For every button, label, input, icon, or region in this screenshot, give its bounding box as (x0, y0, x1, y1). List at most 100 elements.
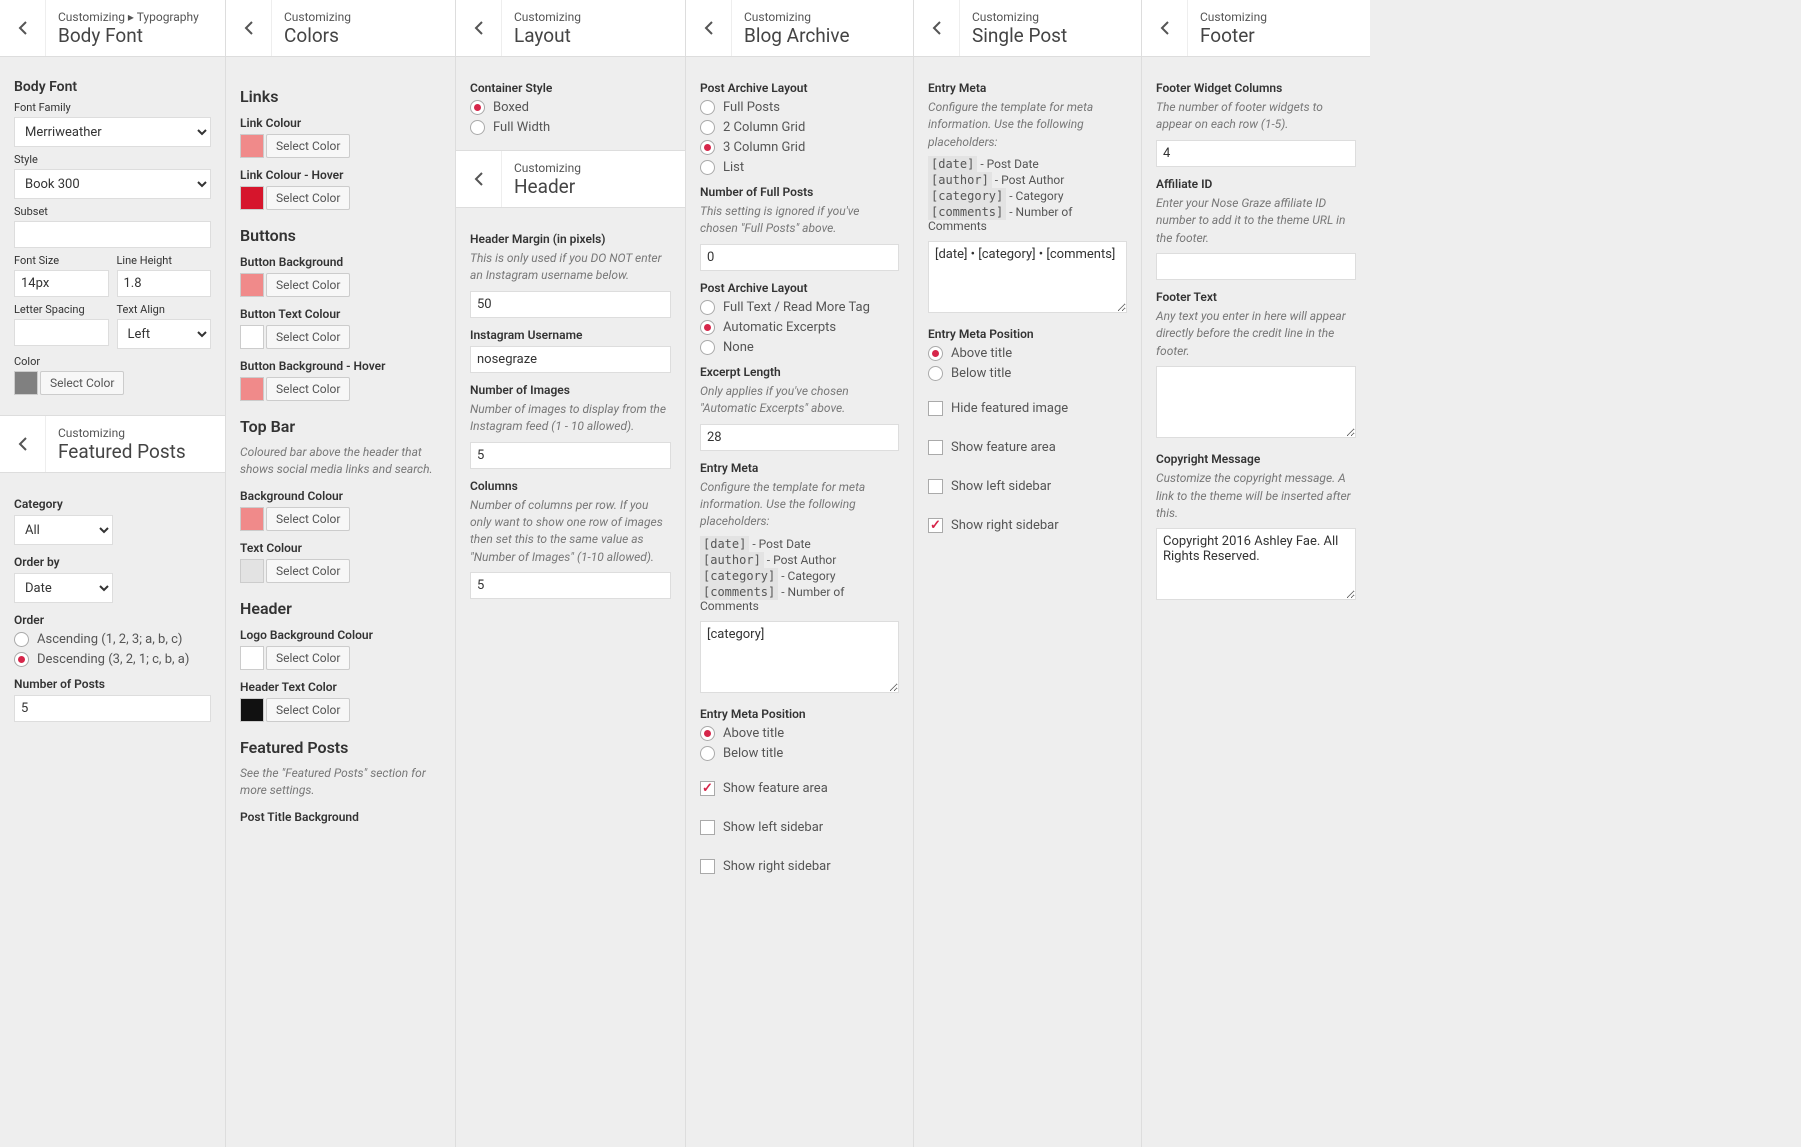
metapos-below-radio[interactable]: Below title (700, 746, 899, 761)
order-desc-radio[interactable]: Descending (3, 2, 1; c, b, a) (14, 652, 211, 667)
copyright-textarea[interactable] (1156, 528, 1356, 600)
section-heading: Body Font (14, 79, 211, 95)
num-images-input[interactable] (470, 442, 671, 469)
color-swatch (240, 559, 264, 583)
layout-2col-radio[interactable]: 2 Column Grid (700, 120, 899, 135)
back-button[interactable] (914, 0, 960, 56)
panel-header: Customizing ▸ TypographyBody Font (0, 0, 225, 57)
num-posts-input[interactable] (14, 695, 211, 722)
select-color-button[interactable]: Select Color (266, 698, 350, 722)
label: Number of Posts (14, 677, 211, 691)
affiliate-input[interactable] (1156, 253, 1356, 280)
chevron-left-icon (470, 170, 488, 188)
select-color-button[interactable]: Select Color (266, 134, 350, 158)
metapos-above-radio[interactable]: Above title (700, 726, 899, 741)
footer-cols-input[interactable] (1156, 140, 1356, 167)
entry-meta-textarea[interactable] (928, 241, 1127, 313)
select-color-button[interactable]: Select Color (266, 646, 350, 670)
header-margin-input[interactable] (470, 291, 671, 318)
label: Color (14, 355, 211, 368)
back-button[interactable] (1142, 0, 1188, 56)
font-family-select[interactable]: Merriweather (14, 117, 211, 147)
label: Subset (14, 205, 211, 218)
color-swatch (240, 186, 264, 210)
panel-colors: CustomizingColors Links Link Colour Sele… (226, 0, 456, 1147)
color-swatch (240, 698, 264, 722)
placeholder-legend: [date] - Post Date [author] - Post Autho… (700, 537, 899, 613)
chevron-left-icon (240, 19, 258, 37)
num-full-input[interactable] (700, 244, 899, 271)
back-button[interactable] (456, 151, 502, 207)
metapos-below-radio[interactable]: Below title (928, 366, 1127, 381)
section-heading: Buttons (240, 226, 441, 245)
panel-single-post: CustomizingSingle Post Entry Meta Config… (914, 0, 1142, 1147)
show-right-check[interactable]: Show right sidebar (928, 518, 1127, 533)
breadcrumb: Customizing (58, 426, 186, 440)
label: Font Family (14, 101, 211, 114)
chevron-left-icon (928, 19, 946, 37)
content-auto-radio[interactable]: Automatic Excerpts (700, 320, 899, 335)
layout-list-radio[interactable]: List (700, 160, 899, 175)
font-style-select[interactable]: Book 300 (14, 169, 211, 199)
label: Font Size (14, 254, 109, 267)
font-size-input[interactable] (14, 270, 109, 297)
select-color-button[interactable]: Select Color (266, 507, 350, 531)
container-full-radio[interactable]: Full Width (470, 120, 671, 135)
breadcrumb: Customizing ▸ Typography (58, 10, 199, 24)
show-feature-check[interactable]: Show feature area (700, 781, 899, 796)
label: Category (14, 497, 211, 511)
back-button[interactable] (686, 0, 732, 56)
section-heading: Header (240, 599, 441, 618)
label: Style (14, 153, 211, 166)
color-swatch (240, 273, 264, 297)
text-align-select[interactable]: Left (117, 319, 212, 349)
section-heading: Links (240, 87, 441, 106)
show-left-check[interactable]: Show left sidebar (928, 479, 1127, 494)
order-asc-radio[interactable]: Ascending (1, 2, 3; a, b, c) (14, 632, 211, 647)
color-swatch (14, 371, 38, 395)
container-boxed-radio[interactable]: Boxed (470, 100, 671, 115)
excerpt-length-input[interactable] (700, 424, 899, 451)
panel-title: Featured Posts (58, 440, 186, 463)
category-select[interactable]: All (14, 515, 113, 545)
chevron-left-icon (470, 19, 488, 37)
line-height-input[interactable] (117, 270, 212, 297)
placeholder-legend: [date] - Post Date [author] - Post Autho… (928, 157, 1127, 233)
panel-header: CustomizingFeatured Posts (0, 415, 225, 473)
color-swatch (240, 377, 264, 401)
content-none-radio[interactable]: None (700, 340, 899, 355)
select-color-button[interactable]: Select Color (40, 371, 124, 395)
chevron-left-icon (1156, 19, 1174, 37)
letter-spacing-input[interactable] (14, 319, 109, 346)
color-swatch (240, 507, 264, 531)
select-color-button[interactable]: Select Color (266, 325, 350, 349)
instagram-input[interactable] (470, 346, 671, 373)
show-left-check[interactable]: Show left sidebar (700, 820, 899, 835)
back-button[interactable] (0, 0, 46, 56)
back-button[interactable] (226, 0, 272, 56)
footer-text-textarea[interactable] (1156, 366, 1356, 438)
layout-full-radio[interactable]: Full Posts (700, 100, 899, 115)
back-button[interactable] (456, 0, 502, 56)
columns-input[interactable] (470, 572, 671, 599)
hide-featured-check[interactable]: Hide featured image (928, 401, 1127, 416)
select-color-button[interactable]: Select Color (266, 377, 350, 401)
label: Order by (14, 555, 211, 569)
select-color-button[interactable]: Select Color (266, 559, 350, 583)
select-color-button[interactable]: Select Color (266, 273, 350, 297)
chevron-left-icon (700, 19, 718, 37)
select-color-button[interactable]: Select Color (266, 186, 350, 210)
entry-meta-textarea[interactable] (700, 621, 899, 693)
orderby-select[interactable]: Date (14, 573, 113, 603)
panel-layout-header: CustomizingLayout Container Style Boxed … (456, 0, 686, 1147)
subset-input[interactable] (14, 221, 211, 248)
layout-3col-radio[interactable]: 3 Column Grid (700, 140, 899, 155)
content-fulltext-radio[interactable]: Full Text / Read More Tag (700, 300, 899, 315)
show-right-check[interactable]: Show right sidebar (700, 859, 899, 874)
show-feature-check[interactable]: Show feature area (928, 440, 1127, 455)
chevron-left-icon (14, 19, 32, 37)
back-button[interactable] (0, 416, 46, 472)
metapos-above-radio[interactable]: Above title (928, 346, 1127, 361)
label: Letter Spacing (14, 303, 109, 316)
chevron-left-icon (14, 435, 32, 453)
